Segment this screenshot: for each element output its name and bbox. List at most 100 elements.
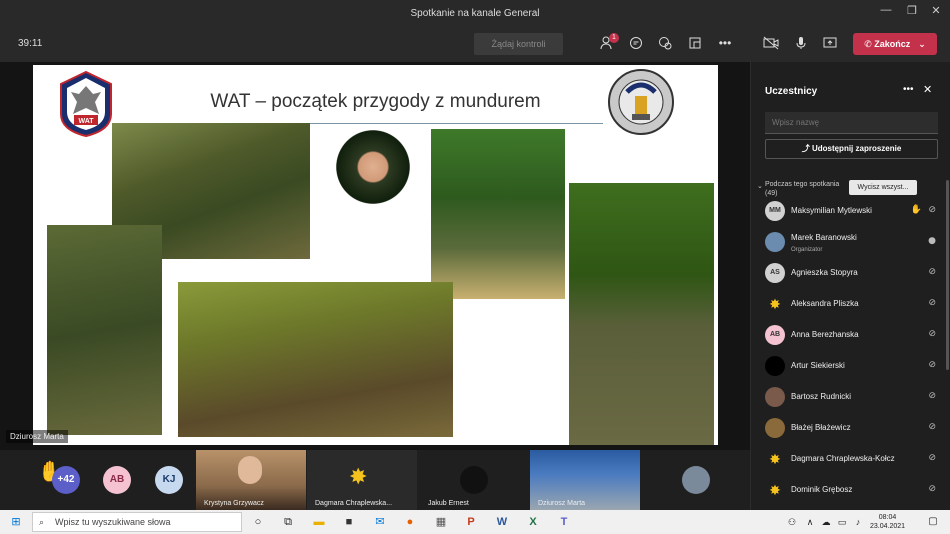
video-tile-name: Dziurosz Marta: [538, 500, 586, 507]
notifications-icon[interactable]: ▢: [925, 514, 941, 530]
mail-icon[interactable]: ✉: [372, 514, 388, 530]
chevron-down-icon: ⌄: [918, 39, 926, 49]
photo-soldier-kneeling: [47, 225, 162, 435]
volume-icon[interactable]: ♪: [850, 514, 866, 530]
participant-row[interactable]: Bartosz Rudnicki ⊘: [765, 383, 940, 413]
panel-title: Uczestnicy: [765, 86, 818, 97]
people-icon[interactable]: ⚇: [784, 514, 800, 530]
microphone-muted-icon[interactable]: ⊘: [928, 422, 936, 432]
camera-off-icon[interactable]: [762, 36, 780, 52]
teams-icon[interactable]: T: [556, 514, 572, 530]
close-panel-icon[interactable]: ✕: [923, 83, 932, 96]
excel-icon[interactable]: X: [525, 514, 541, 530]
reactions-icon[interactable]: [656, 36, 674, 52]
microphone-icon[interactable]: [792, 36, 810, 52]
in-meeting-section-header[interactable]: Podczas tego spotkania (49): [765, 180, 839, 198]
microphone-icon[interactable]: ●: [928, 236, 936, 246]
show-hidden-icons-icon[interactable]: ∧: [802, 514, 818, 530]
microphone-muted-icon[interactable]: ⊘: [928, 329, 936, 339]
participant-row[interactable]: Marek Baranowski Organizator ●: [765, 228, 940, 258]
search-icon: ⌕: [39, 517, 45, 527]
taskbar-clock[interactable]: 08:04 23.04.2021: [870, 513, 905, 531]
participant-name: Artur Siekierski: [791, 361, 845, 370]
firefox-icon[interactable]: ●: [402, 514, 418, 530]
leave-button[interactable]: ✆ Zakończ ⌄: [853, 33, 937, 55]
share-invite-button[interactable]: ⤴ Udostępnij zaproszenie: [765, 139, 938, 159]
participant-name: Dagmara Chraplewska-Kołcz: [791, 454, 895, 463]
mute-all-button[interactable]: Wycisz wszyst...: [849, 180, 917, 195]
task-view-icon[interactable]: ⧉: [280, 514, 296, 530]
start-menu-icon[interactable]: ⊞: [8, 514, 24, 530]
network-icon[interactable]: ▭: [834, 514, 850, 530]
phone-icon: ✆: [864, 39, 875, 49]
panel-scrollbar[interactable]: [946, 180, 949, 370]
more-actions-icon[interactable]: •••: [716, 36, 734, 52]
video-tile-dziurosz[interactable]: Dziurosz Marta: [530, 450, 640, 510]
share-screen-icon[interactable]: [821, 36, 839, 52]
avatar-kj[interactable]: KJ: [155, 466, 183, 494]
video-tile-krystyna[interactable]: Krystyna Grzywacz: [196, 450, 306, 510]
avatar-ab[interactable]: AB: [103, 466, 131, 494]
participant-avatar: MM: [765, 201, 785, 221]
microphone-muted-icon[interactable]: ⊘: [928, 205, 936, 215]
video-tile-dagmara[interactable]: ✸ Dagmara Chraplewska...: [307, 450, 417, 510]
cortana-icon[interactable]: ○: [250, 514, 266, 530]
participant-avatar: [765, 356, 785, 376]
participant-name: Anna Berezhanska: [791, 330, 859, 339]
microphone-muted-icon[interactable]: ⊘: [928, 453, 936, 463]
shared-content-stage: WAT WAT – początek przygody z mundurem D…: [0, 62, 750, 450]
onedrive-icon[interactable]: ☁: [818, 514, 834, 530]
more-options-icon[interactable]: •••: [903, 84, 914, 95]
participant-row[interactable]: ✸ Dominik Grębosz ⊘: [765, 476, 940, 506]
photo-soldier-crawling: [178, 282, 453, 437]
store-icon[interactable]: ■: [341, 514, 357, 530]
share-invite-label: Udostępnij zaproszenie: [811, 144, 902, 153]
photo-soldier-helmet: [569, 183, 714, 445]
presentation-slide: WAT WAT – początek przygody z mundurem: [33, 65, 718, 445]
participant-avatar: [765, 387, 785, 407]
taskbar-search-box[interactable]: ⌕ Wpisz tu wyszukiwane słowa: [32, 512, 242, 532]
minimize-button[interactable]: —: [876, 4, 896, 22]
participant-avatar: [765, 232, 785, 252]
chevron-down-icon[interactable]: ⌄: [757, 182, 763, 190]
breakout-rooms-icon[interactable]: [686, 36, 704, 52]
word-icon[interactable]: W: [494, 514, 510, 530]
participant-avatar: [765, 418, 785, 438]
microphone-muted-icon[interactable]: ⊘: [928, 267, 936, 277]
powerpoint-icon[interactable]: P: [463, 514, 479, 530]
taskbar-date: 23.04.2021: [870, 523, 906, 530]
participant-name: Maksymilian Mytlewski: [791, 206, 872, 215]
close-window-button[interactable]: ✕: [926, 4, 946, 22]
request-control-button[interactable]: Żądaj kontroli: [474, 33, 563, 55]
video-tile-jakub[interactable]: Jakub Ernest: [418, 450, 528, 510]
raised-hand-icon: ✋: [910, 204, 922, 214]
participant-name: Agnieszka Stopyra: [791, 268, 858, 277]
video-tile-name: Krystyna Grzywacz: [204, 500, 264, 507]
wat-logo-text: WAT: [78, 118, 94, 125]
photo-cadet-beret: [319, 127, 427, 227]
participant-avatar: ✸: [765, 294, 785, 314]
meeting-toolbar: 39:11 Żądaj kontroli 1 ••• ✆ Zakończ ⌄: [0, 26, 950, 62]
participant-row[interactable]: Błażej Błażewicz ⊘: [765, 414, 940, 444]
participant-row[interactable]: ✸ Aleksandra Pliszka ⊘: [765, 290, 940, 320]
file-explorer-icon[interactable]: ▬: [311, 514, 327, 530]
microphone-muted-icon[interactable]: ⊘: [928, 484, 936, 494]
maximize-button[interactable]: ❐: [902, 4, 922, 22]
participant-row[interactable]: AB Anna Berezhanska ⊘: [765, 321, 940, 351]
participant-avatar: AB: [765, 325, 785, 345]
more-participants-count[interactable]: +42: [52, 466, 80, 494]
presenter-name-tag: Dziurosz Marta: [6, 430, 68, 443]
participant-row[interactable]: AS Agnieszka Stopyra ⊘: [765, 259, 940, 289]
microphone-muted-icon[interactable]: ⊘: [928, 391, 936, 401]
participant-search-input[interactable]: [765, 112, 938, 134]
avatar-photo-landscape[interactable]: [682, 466, 710, 494]
chat-icon[interactable]: [627, 36, 645, 52]
participant-row[interactable]: ✸ Dagmara Chraplewska-Kołcz ⊘: [765, 445, 940, 475]
microphone-muted-icon[interactable]: ⊘: [928, 298, 936, 308]
calculator-icon[interactable]: ▦: [433, 514, 449, 530]
participants-icon[interactable]: 1: [598, 33, 619, 52]
participant-row[interactable]: Artur Siekierski ⊘: [765, 352, 940, 382]
microphone-muted-icon[interactable]: ⊘: [928, 360, 936, 370]
participant-row[interactable]: MM Maksymilian Mytlewski ✋ ⊘: [765, 197, 940, 227]
participant-avatar: ✸: [765, 480, 785, 500]
